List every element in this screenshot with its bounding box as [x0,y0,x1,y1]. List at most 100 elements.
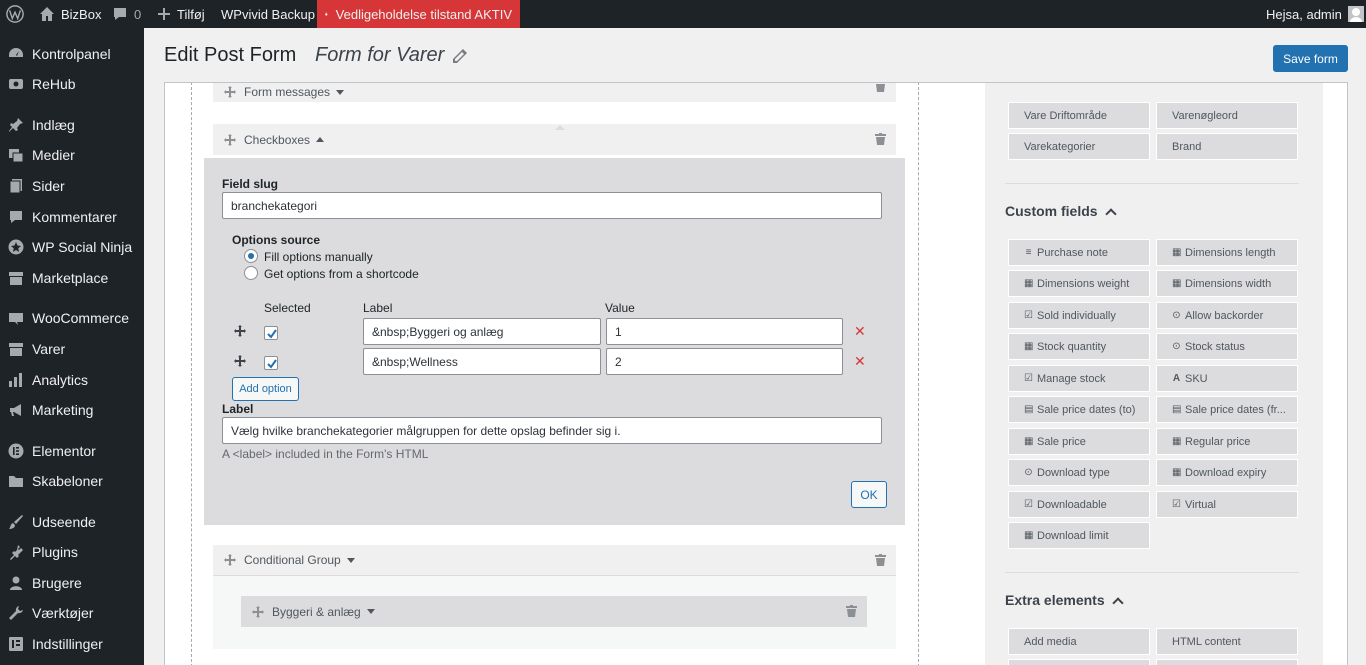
field-chip[interactable]: ▤ Sale price dates (to) [1008,396,1150,423]
drag-handle-icon[interactable] [252,605,264,618]
field-chip[interactable]: ▦ Sale price [1008,428,1150,455]
backup-link[interactable]: WPvivid Backup [221,0,315,28]
calc-icon: ▦ [1172,247,1182,258]
form-messages-field[interactable]: Form messages [213,83,896,102]
menu-item-woocommerce[interactable]: WooCommerce [0,303,144,333]
maintenance-badge[interactable]: Vedligeholdelse tilstand AKTIV [317,0,520,28]
radio-manual[interactable] [244,249,258,263]
site-name-link[interactable]: BizBox [39,0,101,28]
taxonomy-chip[interactable]: Varekategorier [1008,133,1150,160]
drag-handle-icon[interactable] [224,86,236,98]
field-chip[interactable]: ▦ Dimensions length [1156,239,1298,266]
conditional-group-field[interactable]: Conditional Group [213,545,896,575]
menu-item-sider[interactable]: Sider [0,171,144,201]
field-slug-input[interactable]: branchekategori [222,192,882,219]
extra-chip-partial[interactable] [1156,659,1298,665]
calc-icon: ▦ [1024,436,1034,447]
menu-label: Kontrolpanel [32,46,111,62]
option-selected-checkbox[interactable] [264,326,278,340]
menu-item-skabeloner[interactable]: Skabeloner [0,466,144,496]
drag-handle-icon[interactable] [234,325,246,340]
field-chip[interactable]: ☑ Downloadable [1008,491,1150,518]
trash-icon[interactable] [846,605,857,620]
trash-icon[interactable] [875,554,886,569]
option-label-input[interactable]: &nbsp;Byggeri og anlæg [363,318,601,345]
option-label-input[interactable]: &nbsp;Wellness [363,348,601,375]
taxonomy-chip[interactable]: Varenøgleord [1156,102,1298,129]
field-chip[interactable]: ⊙ Download type [1008,459,1150,486]
option-value-input[interactable]: 1 [606,318,843,345]
wordpress-logo-icon[interactable] [6,0,26,28]
menu-item-marketing[interactable]: Marketing [0,395,144,425]
calendar-icon: ▤ [1172,404,1182,415]
new-content-link[interactable]: Tilføj [157,0,205,28]
field-chip[interactable]: ⊙ Stock status [1156,333,1298,360]
drag-handle-icon[interactable] [224,554,236,566]
field-chip[interactable]: ▦ Dimensions weight [1008,270,1150,297]
extra-chip[interactable]: Add media [1008,628,1150,655]
form-name: Form for Varer [315,44,445,66]
greeting: Hejsa, admin [1266,6,1342,22]
field-chip[interactable]: ☑ Sold individually [1008,302,1150,329]
menu-item-kommentarer[interactable]: Kommentarer [0,202,144,232]
menu-item-medier[interactable]: Medier [0,140,144,170]
field-chip[interactable]: ▦ Download limit [1008,522,1150,549]
menu-item-brugere[interactable]: Brugere [0,568,144,598]
menu-item-indlaeg[interactable]: Indlæg [0,110,144,140]
menu-item-kontrolpanel[interactable]: Kontrolpanel [0,39,144,69]
chip-label: Regular price [1185,435,1251,448]
option-value-input[interactable]: 2 [606,348,843,375]
chevron-down-icon[interactable] [346,557,355,563]
label-input[interactable]: Vælg hvilke branchekategorier målgruppen… [222,417,882,444]
menu-item-plugins[interactable]: Plugins [0,537,144,567]
field-chip[interactable]: ▦ Download expiry [1156,459,1298,486]
menu-item-marketplace[interactable]: Marketplace [0,263,144,293]
menu-label: Skabeloner [32,473,103,489]
menu-item-udseende[interactable]: Udseende [0,507,144,537]
field-chip[interactable]: ⊙ Allow backorder [1156,302,1298,329]
menu-item-wp-social-ninja[interactable]: WP Social Ninja [0,232,144,262]
ok-button[interactable]: OK [851,481,887,508]
field-chip[interactable]: ≡ Purchase note [1008,239,1150,266]
extra-elements-header[interactable]: Extra elements [1005,592,1124,609]
archive-icon [0,341,32,357]
field-chip[interactable]: ▦ Stock quantity [1008,333,1150,360]
menu-label: Brugere [32,575,82,591]
field-chip[interactable]: ▦ Dimensions width [1156,270,1298,297]
drag-handle-icon[interactable] [224,133,236,146]
taxonomy-chip[interactable]: Brand [1156,133,1298,160]
menu-item-varer[interactable]: Varer [0,334,144,364]
menu-item-analytics[interactable]: Analytics [0,365,144,395]
byggeri-group-field[interactable]: Byggeri & anlæg [241,596,867,627]
taxonomy-chip[interactable]: Vare Driftområde [1008,102,1150,129]
comments-link[interactable]: 0 [112,0,141,28]
field-chip[interactable]: ▦ Regular price [1156,428,1298,455]
menu-item-elementor[interactable]: Elementor [0,436,144,466]
my-account-link[interactable]: Hejsa, admin [1266,0,1364,28]
field-chip[interactable]: ☑ Manage stock [1008,365,1150,392]
custom-fields-header[interactable]: Custom fields [1005,203,1117,220]
menu-item-vaerktoejer[interactable]: Værktøjer [0,598,144,628]
remove-option-icon[interactable]: ✕ [854,353,866,370]
user-icon [0,575,32,591]
trash-icon[interactable] [875,133,886,148]
menu-item-indstillinger[interactable]: Indstillinger [0,629,144,659]
field-chip[interactable]: ▤ Sale price dates (fr... [1156,396,1298,423]
field-chip[interactable]: ☑ Virtual [1156,491,1298,518]
extra-chip-partial[interactable] [1008,659,1150,665]
option-selected-checkbox[interactable] [264,356,278,370]
chevron-down-icon[interactable] [336,89,345,95]
extra-chip[interactable]: HTML content [1156,628,1298,655]
radio-shortcode[interactable] [244,266,258,280]
add-option-button[interactable]: Add option [232,377,299,401]
edit-pencil-icon[interactable] [452,48,468,67]
chip-label: Download limit [1037,529,1109,542]
remove-option-icon[interactable]: ✕ [854,323,866,340]
save-form-button[interactable]: Save form [1273,45,1348,72]
trash-icon[interactable] [875,83,886,95]
menu-item-rehub[interactable]: ReHub [0,69,144,99]
drag-handle-icon[interactable] [234,355,246,370]
chevron-up-icon[interactable] [316,137,325,142]
field-chip[interactable]: A SKU [1156,365,1298,392]
chevron-down-icon[interactable] [366,609,375,614]
